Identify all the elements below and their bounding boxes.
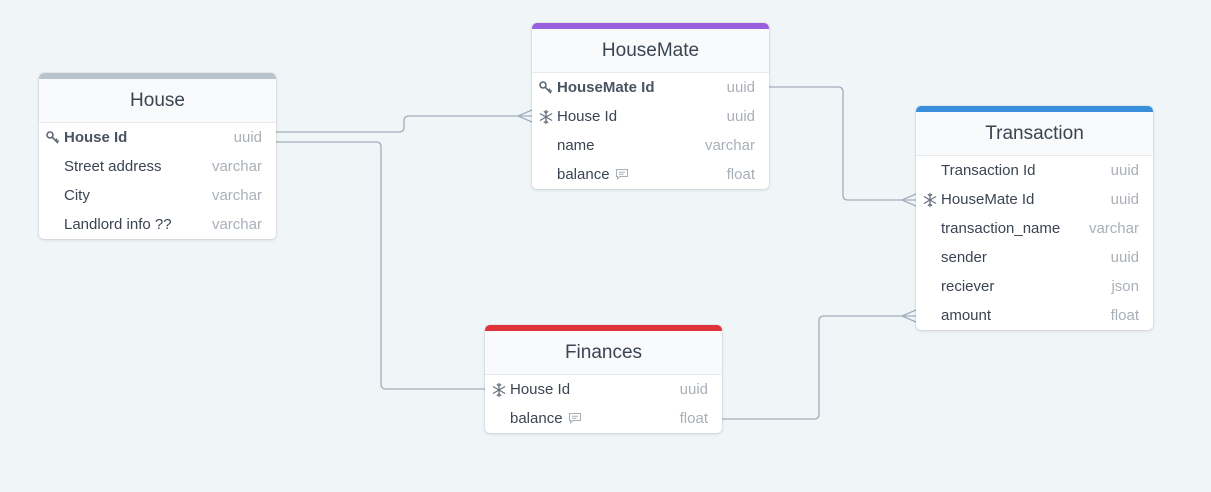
field-name: reciever bbox=[941, 278, 995, 295]
field-type: uuid bbox=[679, 381, 708, 398]
field-name-with-note: balance bbox=[557, 166, 629, 183]
diagram-canvas[interactable]: House House Id uuid Street address varch… bbox=[0, 0, 1211, 492]
field-name: House Id bbox=[557, 108, 618, 125]
field-row[interactable]: HouseMate Id uuid bbox=[532, 73, 769, 102]
field-name: HouseMate Id bbox=[557, 79, 655, 96]
key-icon bbox=[45, 130, 61, 146]
snowflake-icon bbox=[491, 382, 507, 398]
field-type: uuid bbox=[726, 79, 755, 96]
field-name: House Id bbox=[510, 381, 571, 398]
field-type: varchar bbox=[211, 158, 262, 175]
field-type: uuid bbox=[1110, 191, 1139, 208]
relation-finances-transaction bbox=[722, 315, 916, 420]
field-type: varchar bbox=[1088, 220, 1139, 237]
field-name: City bbox=[64, 187, 90, 204]
field-name-with-note: balance bbox=[510, 410, 582, 427]
field-row[interactable]: House Id uuid bbox=[485, 375, 722, 404]
field-row[interactable]: reciever json bbox=[916, 272, 1153, 301]
table-title: HouseMate bbox=[532, 29, 769, 73]
field-name: amount bbox=[941, 307, 992, 324]
field-type: varchar bbox=[704, 137, 755, 154]
field-row[interactable]: name varchar bbox=[532, 131, 769, 160]
table-title: Finances bbox=[485, 331, 722, 375]
field-name: name bbox=[557, 137, 595, 154]
table-transaction[interactable]: Transaction Transaction Id uuid HouseMat… bbox=[916, 106, 1153, 330]
field-row[interactable]: amount float bbox=[916, 301, 1153, 330]
relation-house-housemate bbox=[276, 115, 532, 133]
field-name: House Id bbox=[64, 129, 128, 146]
field-type: uuid bbox=[1110, 162, 1139, 179]
crows-foot-icon bbox=[901, 309, 917, 323]
field-row[interactable]: City varchar bbox=[39, 181, 276, 210]
comment-icon[interactable] bbox=[615, 167, 629, 181]
relation-housemate-transaction bbox=[769, 86, 916, 201]
field-row[interactable]: sender uuid bbox=[916, 243, 1153, 272]
comment-icon[interactable] bbox=[568, 411, 582, 425]
field-row[interactable]: Landlord info ?? varchar bbox=[39, 210, 276, 239]
field-type: uuid bbox=[726, 108, 755, 125]
crows-foot-icon bbox=[901, 193, 917, 207]
field-name: Landlord info ?? bbox=[64, 216, 172, 233]
field-row[interactable]: Street address varchar bbox=[39, 152, 276, 181]
field-row[interactable]: balance float bbox=[485, 404, 722, 433]
field-name: Transaction Id bbox=[941, 162, 1036, 179]
field-type: json bbox=[1111, 278, 1139, 295]
snowflake-icon bbox=[538, 109, 554, 125]
field-type: float bbox=[1110, 307, 1139, 324]
field-type: float bbox=[726, 166, 755, 183]
field-row[interactable]: transaction_name varchar bbox=[916, 214, 1153, 243]
field-name: Street address bbox=[64, 158, 162, 175]
field-type: varchar bbox=[211, 187, 262, 204]
field-type: uuid bbox=[1110, 249, 1139, 266]
crows-foot-icon bbox=[517, 109, 533, 123]
field-row[interactable]: balance float bbox=[532, 160, 769, 189]
field-row[interactable]: HouseMate Id uuid bbox=[916, 185, 1153, 214]
table-housemate[interactable]: HouseMate HouseMate Id uuid House Id uui… bbox=[532, 23, 769, 189]
key-icon bbox=[538, 80, 554, 96]
table-title: House bbox=[39, 79, 276, 123]
field-type: varchar bbox=[211, 216, 262, 233]
relation-house-finances bbox=[276, 141, 485, 390]
table-title: Transaction bbox=[916, 112, 1153, 156]
field-type: uuid bbox=[233, 129, 262, 146]
field-name: HouseMate Id bbox=[941, 191, 1035, 208]
table-finances[interactable]: Finances House Id uuid balance float bbox=[485, 325, 722, 433]
field-row[interactable]: House Id uuid bbox=[39, 123, 276, 152]
field-name: balance bbox=[510, 410, 563, 427]
field-row[interactable]: Transaction Id uuid bbox=[916, 156, 1153, 185]
field-name: balance bbox=[557, 166, 610, 183]
table-house[interactable]: House House Id uuid Street address varch… bbox=[39, 73, 276, 239]
field-type: float bbox=[679, 410, 708, 427]
field-name: transaction_name bbox=[941, 220, 1061, 237]
field-name: sender bbox=[941, 249, 987, 266]
field-row[interactable]: House Id uuid bbox=[532, 102, 769, 131]
snowflake-icon bbox=[922, 192, 938, 208]
